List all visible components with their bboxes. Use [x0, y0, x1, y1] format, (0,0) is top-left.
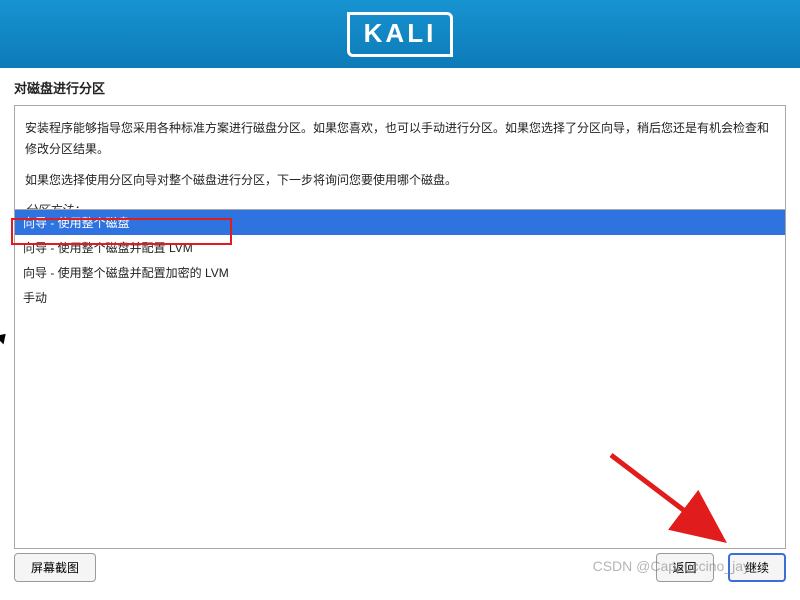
kali-logo-text: KALI [364, 18, 437, 48]
header-banner: KALI [0, 0, 800, 68]
kali-logo: KALI [347, 12, 454, 57]
page-title-section: 对磁盘进行分区 [0, 68, 800, 105]
option-guided-lvm[interactable]: 向导 - 使用整个磁盘并配置 LVM [15, 235, 785, 260]
footer-bar: 屏幕截图 返回 继续 [14, 553, 786, 582]
footer-right-group: 返回 继续 [646, 553, 786, 582]
option-guided-encrypted-lvm[interactable]: 向导 - 使用整个磁盘并配置加密的 LVM [15, 260, 785, 285]
cursor-icon [0, 330, 10, 345]
continue-button[interactable]: 继续 [728, 553, 786, 582]
page-title: 对磁盘进行分区 [14, 78, 786, 97]
back-button[interactable]: 返回 [656, 553, 714, 582]
description-2: 如果您选择使用分区向导对整个磁盘进行分区，下一步将询问您要使用哪个磁盘。 [25, 170, 775, 191]
partition-method-list[interactable]: 向导 - 使用整个磁盘 向导 - 使用整个磁盘并配置 LVM 向导 - 使用整个… [14, 209, 786, 549]
description-1: 安装程序能够指导您采用各种标准方案进行磁盘分区。如果您喜欢，也可以手动进行分区。… [25, 118, 775, 160]
content-box: 安装程序能够指导您采用各种标准方案进行磁盘分区。如果您喜欢，也可以手动进行分区。… [14, 105, 786, 549]
screenshot-button[interactable]: 屏幕截图 [14, 553, 96, 582]
option-manual[interactable]: 手动 [15, 285, 785, 310]
option-guided-entire-disk[interactable]: 向导 - 使用整个磁盘 [15, 210, 785, 235]
